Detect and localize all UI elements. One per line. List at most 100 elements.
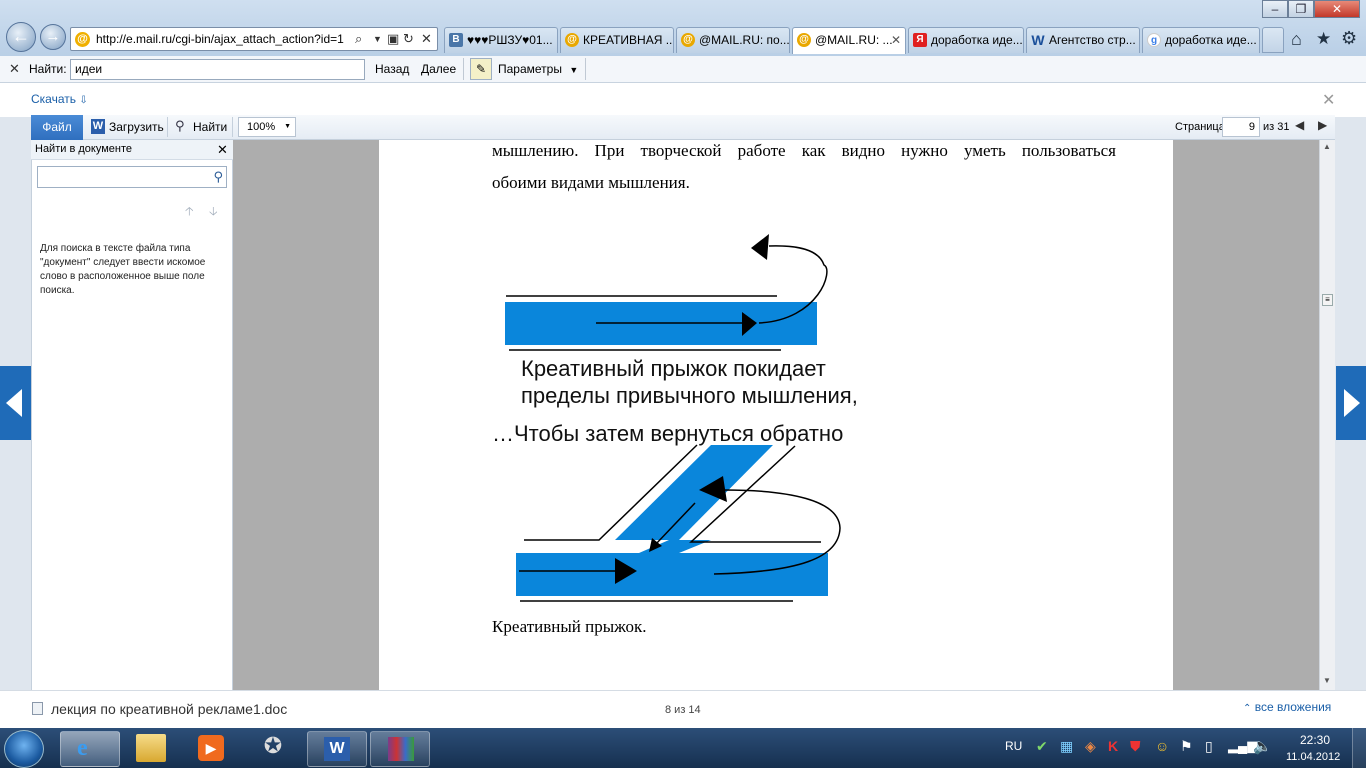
find-input[interactable]: идеи	[70, 59, 365, 80]
yandex-icon: Я	[913, 33, 927, 47]
clock-time[interactable]: 22:30	[1300, 733, 1330, 747]
document-page: мышлению. При творческой работе как видн…	[379, 140, 1173, 690]
tab-7[interactable]: g доработка иде...	[1142, 27, 1260, 53]
tray-app-icon[interactable]: ◈	[1085, 738, 1096, 755]
close-window-button[interactable]: ✕	[1314, 0, 1360, 18]
highlight-pen-icon[interactable]: ✎	[470, 58, 492, 80]
find-doc-button[interactable]: Найти	[193, 120, 227, 134]
compat-view-icon[interactable]: ▣	[387, 31, 399, 47]
search-icon[interactable]: ⌕	[355, 31, 362, 47]
search-icon[interactable]: ⚲	[213, 169, 223, 185]
doc-search-input[interactable]: ⚲	[37, 166, 227, 188]
tray-flag-icon[interactable]: ⚑	[1180, 738, 1193, 755]
tab-label: доработка иде...	[931, 33, 1023, 47]
page-label: Страница	[1175, 121, 1225, 133]
taskbar-word[interactable]: W	[307, 731, 367, 767]
all-attachments-link[interactable]: ⌃ все вложения	[1243, 700, 1331, 714]
taskbar-winrar[interactable]	[370, 731, 430, 767]
next-attachment-button[interactable]	[1336, 366, 1366, 440]
dropdown-icon[interactable]: ▼	[373, 34, 382, 44]
counter-strike-icon[interactable]: ✪	[258, 733, 288, 763]
tab-2[interactable]: @ КРЕАТИВНАЯ ...	[560, 27, 674, 53]
chevron-up-icon: ⌃	[1243, 703, 1252, 714]
creative-leap-diagram	[505, 234, 841, 602]
clock-date[interactable]: 11.04.2012	[1286, 751, 1340, 763]
prev-page-icon[interactable]: ◀	[1295, 118, 1304, 132]
scroll-thumb[interactable]: ≡	[1322, 294, 1333, 306]
explorer-folder-icon[interactable]	[136, 734, 166, 762]
diagram-text-1: Креативный прыжок покидает	[521, 356, 826, 381]
refresh-icon[interactable]: ↻	[403, 31, 414, 47]
page-input[interactable]: 9	[1222, 117, 1260, 137]
address-url[interactable]: http://e.mail.ru/cgi-bin/ajax_attach_act…	[96, 32, 351, 46]
tray-kaspersky-icon[interactable]: K	[1108, 738, 1118, 754]
minimize-button[interactable]: –	[1262, 0, 1288, 18]
tab-5[interactable]: Я доработка иде...	[908, 27, 1024, 53]
find-panel-title: Найти в документе	[35, 143, 132, 155]
favorites-star-icon[interactable]: ★	[1316, 29, 1331, 49]
zoom-value: 100%	[247, 121, 276, 133]
zoom-select[interactable]: 100% ▼	[238, 117, 296, 137]
close-viewer-icon[interactable]: ✕	[1322, 90, 1335, 110]
previous-attachment-button[interactable]	[0, 366, 31, 440]
download-link[interactable]: Скачать ⇩	[31, 92, 88, 106]
attachment-filename[interactable]: лекция по креативной рекламе1.doc	[51, 701, 287, 717]
divider	[167, 117, 168, 137]
close-tab-icon[interactable]: ✕	[891, 28, 901, 52]
arrow-up-icon[interactable]: 🡡	[185, 202, 194, 223]
divider	[463, 58, 464, 80]
find-panel	[31, 140, 233, 690]
document-scrollbar[interactable]: ▲ ≡ ▼	[1319, 140, 1335, 690]
find-options-button[interactable]: Параметры ▼	[498, 62, 578, 76]
download-icon: ⇩	[79, 95, 88, 106]
gear-icon[interactable]: ⚙	[1341, 28, 1357, 49]
find-next-button[interactable]: Далее	[421, 62, 456, 76]
close-find-icon[interactable]: ✕	[9, 61, 20, 77]
tray-grid-icon[interactable]: ▦	[1060, 738, 1073, 755]
ie-icon: e	[77, 735, 88, 761]
back-button[interactable]: ←	[6, 22, 36, 52]
tray-device-icon[interactable]: ▯	[1205, 738, 1213, 755]
stop-icon[interactable]: ✕	[421, 31, 432, 47]
diagram-text-2: пределы привычного мышления,	[521, 383, 858, 408]
language-indicator[interactable]: RU	[1005, 739, 1022, 753]
tray-volume-icon[interactable]: 🔈	[1253, 737, 1272, 755]
mail-at-icon: @	[797, 33, 811, 47]
download-label: Скачать	[31, 92, 76, 106]
figure-caption: Креативный прыжок.	[492, 617, 647, 636]
tray-shield-icon[interactable]: ⛊	[1130, 738, 1141, 755]
scroll-down-icon[interactable]: ▼	[1323, 676, 1331, 685]
divider	[232, 117, 233, 137]
upload-button[interactable]: Загрузить	[109, 120, 164, 134]
arrow-down-icon[interactable]: 🡣	[209, 202, 218, 223]
tab-3[interactable]: @ @MAIL.RU: по...	[676, 27, 790, 53]
start-button[interactable]	[4, 730, 44, 768]
new-tab-button[interactable]	[1262, 27, 1284, 53]
chevron-down-icon: ▼	[284, 123, 291, 130]
google-icon: g	[1147, 33, 1161, 47]
media-player-icon[interactable]: ▶	[198, 735, 224, 761]
tab-6[interactable]: W Агентство стр...	[1026, 27, 1140, 53]
mail-at-icon: @	[75, 32, 90, 47]
vk-icon: B	[449, 33, 463, 47]
maximize-button[interactable]: ❐	[1288, 0, 1314, 18]
close-panel-icon[interactable]: ✕	[217, 142, 228, 158]
tray-check-icon[interactable]: ✔	[1036, 738, 1048, 755]
chevron-down-icon: ▼	[569, 65, 579, 75]
address-bar[interactable]: @ http://e.mail.ru/cgi-bin/ajax_attach_a…	[70, 27, 438, 51]
tab-label: @MAIL.RU: ...	[815, 33, 893, 47]
tab-4-active[interactable]: @ @MAIL.RU: ... ✕	[792, 27, 906, 54]
tab-label: @MAIL.RU: по...	[699, 33, 790, 47]
find-prev-button[interactable]: Назад	[375, 62, 409, 76]
thinking-band-bottom	[516, 553, 828, 596]
taskbar-ie[interactable]: e	[60, 731, 120, 767]
scroll-up-icon[interactable]: ▲	[1323, 142, 1331, 151]
show-desktop-button[interactable]	[1352, 728, 1366, 768]
forward-button[interactable]: →	[40, 24, 66, 50]
tab-1[interactable]: B ♥♥♥РШЗУ♥01...	[444, 27, 558, 53]
home-icon[interactable]: ⌂	[1291, 29, 1302, 50]
tray-smiley-icon[interactable]: ☺	[1155, 738, 1169, 754]
word-icon: W	[324, 737, 350, 761]
next-page-icon[interactable]: ▶	[1318, 118, 1327, 132]
file-button[interactable]: Файл	[31, 115, 83, 140]
